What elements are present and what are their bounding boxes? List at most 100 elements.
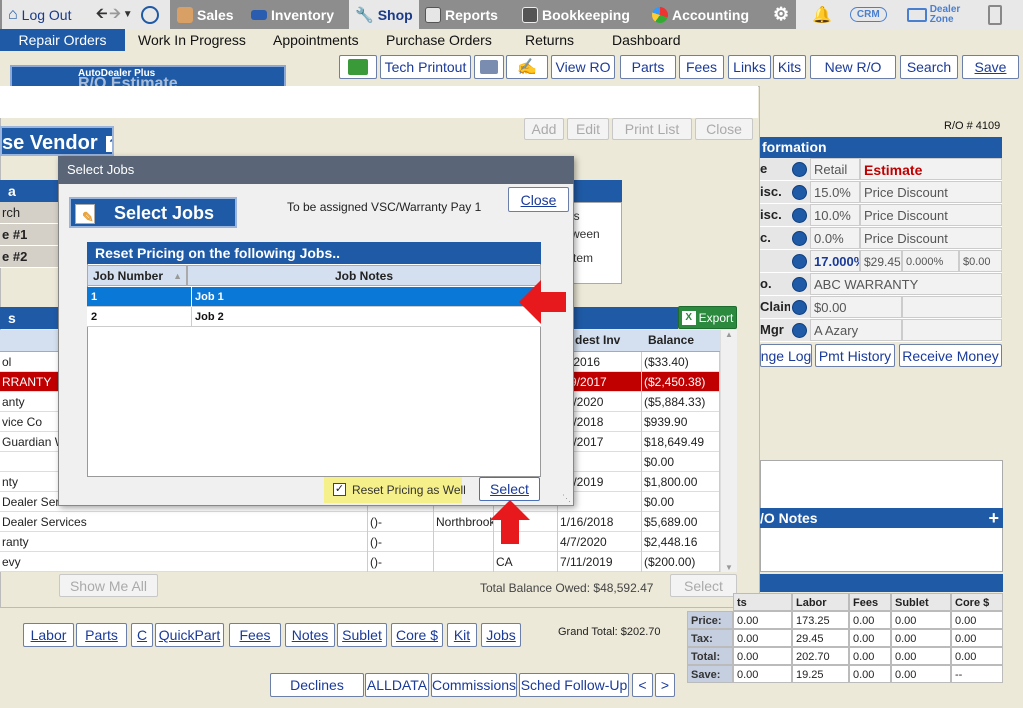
scroll-up-icon[interactable]: ▲ bbox=[725, 330, 733, 339]
logout-button[interactable]: ⌂ Log Out bbox=[2, 0, 90, 29]
nav-accounting[interactable]: Accounting bbox=[646, 0, 766, 29]
resize-grip-icon[interactable]: ⋱ bbox=[562, 494, 572, 504]
fees-button[interactable]: Fees bbox=[229, 623, 281, 647]
commissions-button[interactable]: Commissions bbox=[431, 673, 517, 697]
table-row[interactable]: ranty ()- 4/7/2020 $2,448.16 bbox=[0, 532, 720, 552]
info-value[interactable]: Price Discount bbox=[860, 204, 1002, 226]
info-value[interactable]: $0.00 bbox=[810, 296, 902, 318]
nav-reports[interactable]: Reports bbox=[419, 0, 514, 29]
signature-button[interactable]: ✍ bbox=[506, 55, 548, 79]
settings-button[interactable]: ⚙ bbox=[768, 0, 794, 29]
info-value-empty[interactable] bbox=[902, 296, 1002, 318]
vendor-edit-button[interactable]: Edit bbox=[567, 118, 609, 140]
vendor-line1-row[interactable]: e #1 bbox=[0, 224, 60, 246]
info-value[interactable]: 10.0% bbox=[810, 204, 860, 226]
declines-button[interactable]: Declines bbox=[270, 673, 364, 697]
dealer-zone-button[interactable]: Dealer Zone bbox=[906, 4, 960, 25]
lookup-icon[interactable] bbox=[792, 254, 807, 269]
help-icon[interactable]: ? bbox=[106, 135, 112, 152]
info-value[interactable]: Price Discount bbox=[860, 181, 1002, 203]
quickpart-button[interactable]: QuickPart bbox=[155, 623, 224, 647]
lookup-icon[interactable] bbox=[792, 300, 807, 315]
kit-button[interactable]: Kit bbox=[447, 623, 477, 647]
sublet-button[interactable]: Sublet bbox=[337, 623, 387, 647]
history-dropdown-icon[interactable]: ▼ bbox=[123, 9, 133, 20]
parts-button[interactable]: Parts bbox=[76, 623, 127, 647]
toolbar-fees-button[interactable]: Fees bbox=[679, 55, 724, 79]
nav-shop[interactable]: 🔧 Shop bbox=[349, 0, 419, 29]
nav-bookkeeping[interactable]: Bookkeeping bbox=[516, 0, 644, 29]
lookup-icon[interactable] bbox=[792, 162, 807, 177]
sched-follow-up-button[interactable]: Sched Follow-Up bbox=[519, 673, 629, 697]
user-face-icon[interactable] bbox=[140, 5, 159, 24]
vendor-list-scrollbar[interactable]: ▲ ▼ bbox=[720, 330, 737, 572]
tab-repair-orders[interactable]: Repair Orders bbox=[0, 29, 125, 51]
tab-dashboard[interactable]: Dashboard bbox=[604, 29, 689, 51]
info-value[interactable]: Price Discount bbox=[860, 227, 1002, 249]
vendor-select-button[interactable]: Select bbox=[670, 574, 737, 597]
info-value[interactable]: 17.000% bbox=[810, 250, 860, 272]
jobs-button[interactable]: Jobs bbox=[481, 623, 521, 647]
tab-work-in-progress[interactable]: Work In Progress bbox=[130, 29, 254, 51]
receive-money-button[interactable]: Receive Money bbox=[899, 344, 1002, 367]
info-value[interactable]: 0.000% bbox=[902, 250, 959, 272]
lookup-icon[interactable] bbox=[792, 231, 807, 246]
dialog-select-button[interactable]: Select bbox=[479, 477, 540, 501]
reset-pricing-checkbox[interactable]: ✓ bbox=[333, 483, 346, 496]
tab-returns[interactable]: Returns bbox=[517, 29, 582, 51]
bell-icon[interactable]: 🔔 bbox=[812, 5, 832, 25]
job-row[interactable]: 2 Job 2 bbox=[87, 307, 541, 327]
add-note-icon[interactable]: + bbox=[988, 508, 999, 528]
tech-printout-button[interactable]: Tech Printout bbox=[380, 55, 471, 79]
info-value[interactable]: ABC WARRANTY bbox=[810, 273, 1002, 295]
info-value[interactable]: A Azary bbox=[810, 319, 902, 341]
vendor-add-button[interactable]: Add bbox=[524, 118, 564, 140]
lookup-icon[interactable] bbox=[792, 185, 807, 200]
info-value[interactable]: Retail bbox=[810, 158, 860, 180]
toolbar-kits-button[interactable]: Kits bbox=[773, 55, 806, 79]
col-job-number[interactable]: Job Number ▲ bbox=[87, 265, 187, 286]
next-button[interactable]: > bbox=[655, 673, 675, 697]
forward-arrow-icon[interactable]: 🡪 bbox=[109, 3, 120, 27]
info-value[interactable]: $0.00 bbox=[959, 250, 1002, 272]
c-button[interactable]: C bbox=[131, 623, 153, 647]
crm-button[interactable]: CRM bbox=[849, 7, 887, 22]
info-value[interactable]: 0.0% bbox=[810, 227, 860, 249]
core-button[interactable]: Core $ bbox=[391, 623, 443, 647]
vendor-print-list-button[interactable]: Print List bbox=[612, 118, 692, 140]
labor-button[interactable]: Labor bbox=[23, 623, 74, 647]
export-button[interactable]: X Export bbox=[678, 306, 737, 329]
info-value[interactable]: Estimate bbox=[860, 158, 1002, 180]
col-balance[interactable]: Balance bbox=[648, 333, 694, 347]
prev-button[interactable]: < bbox=[632, 673, 653, 697]
show-me-all-button[interactable]: Show Me All bbox=[59, 574, 158, 597]
view-ro-button[interactable]: View RO bbox=[551, 55, 615, 79]
search-button[interactable]: Search bbox=[900, 55, 958, 79]
lookup-icon[interactable] bbox=[792, 323, 807, 338]
printer-button[interactable] bbox=[474, 55, 504, 79]
table-row[interactable]: evy ()- CA 7/11/2019 ($200.00) bbox=[0, 552, 720, 572]
lookup-icon[interactable] bbox=[792, 208, 807, 223]
dialog-close-button[interactable]: Close bbox=[508, 187, 569, 212]
scroll-down-icon[interactable]: ▼ bbox=[725, 563, 733, 572]
alldata-button[interactable]: ALLDATA bbox=[365, 673, 429, 697]
save-button[interactable]: Save bbox=[962, 55, 1019, 79]
lookup-icon[interactable] bbox=[792, 277, 807, 292]
vendor-close-button[interactable]: Close bbox=[695, 118, 753, 140]
pmt-history-button[interactable]: Pmt History bbox=[815, 344, 895, 367]
info-value-empty[interactable] bbox=[902, 319, 1002, 341]
toolbar-parts-button[interactable]: Parts bbox=[620, 55, 676, 79]
back-arrow-icon[interactable]: 🡨 bbox=[96, 3, 107, 27]
dialog-title-bar[interactable]: Select Jobs bbox=[58, 156, 574, 184]
info-value[interactable]: $29.45 bbox=[860, 250, 902, 272]
toolbar-links-button[interactable]: Links bbox=[728, 55, 771, 79]
table-row[interactable]: Dealer Services ()- Northbrook 1/16/2018 $5,… bbox=[0, 512, 720, 532]
col-job-notes[interactable]: Job Notes bbox=[187, 265, 541, 286]
notes-button[interactable]: Notes bbox=[285, 623, 335, 647]
col-oldest-inv[interactable]: dest Inv bbox=[575, 333, 620, 347]
new-ro-button[interactable]: New R/O bbox=[810, 55, 896, 79]
tab-purchase-orders[interactable]: Purchase Orders bbox=[378, 29, 500, 51]
vendor-line2-row[interactable]: e #2 bbox=[0, 246, 60, 268]
nav-sales[interactable]: Sales bbox=[171, 0, 245, 29]
change-log-button[interactable]: nge Log bbox=[760, 344, 812, 367]
